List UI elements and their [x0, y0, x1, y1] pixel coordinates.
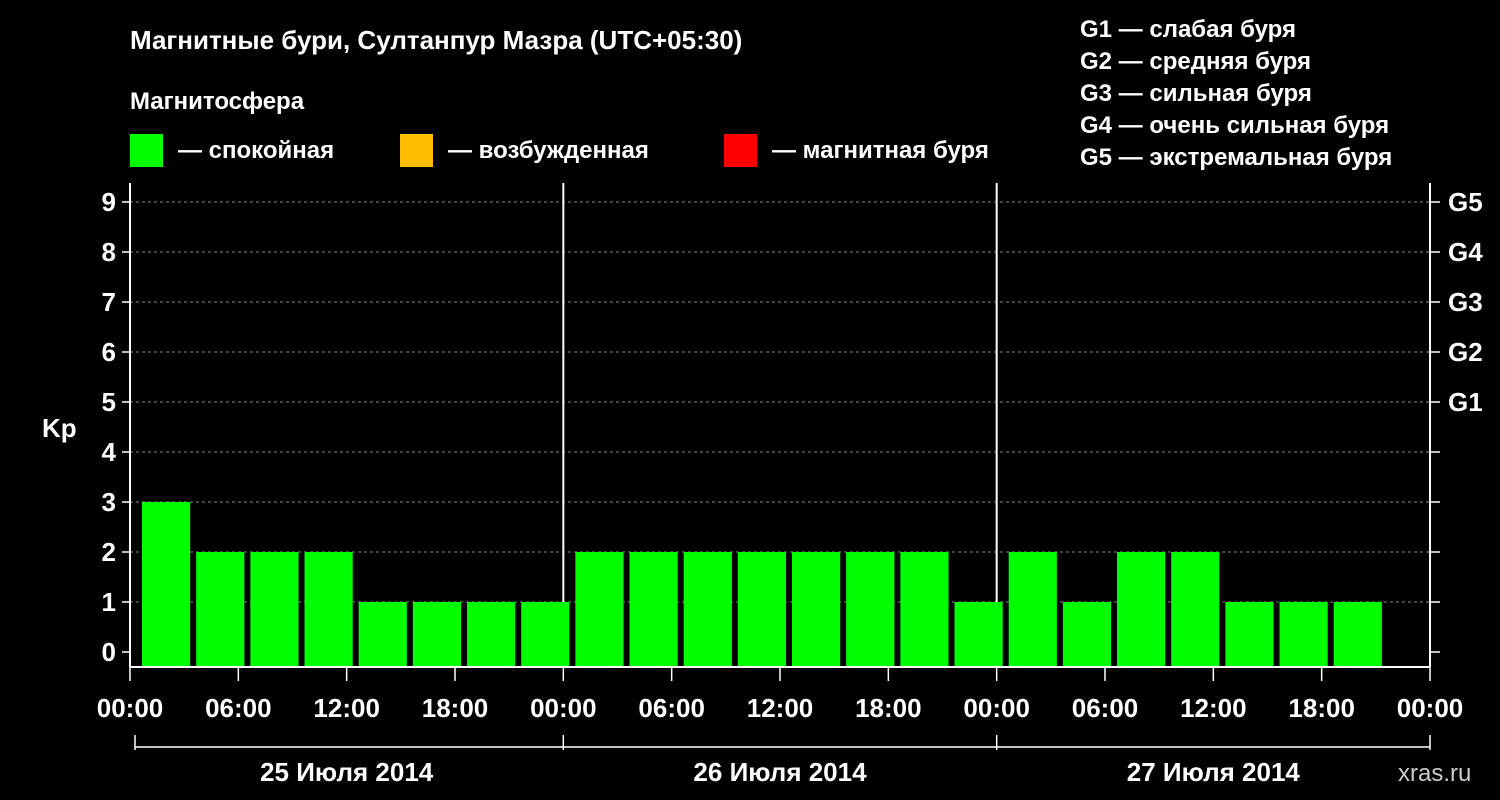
bar-kp: [954, 602, 1003, 667]
g-level-label: G3: [1448, 287, 1483, 317]
y-tick-label: 4: [102, 437, 117, 467]
bar-kp: [1008, 552, 1057, 667]
y-tick-label: 8: [102, 237, 116, 267]
legend-label-active: — возбужденная: [448, 137, 649, 164]
bar-kp: [683, 552, 732, 667]
g-scale-g5: G5 — экстремальная буря: [1080, 144, 1392, 171]
bar-kp: [412, 602, 462, 667]
bar-kp: [358, 602, 407, 667]
bar-kp: [737, 552, 787, 667]
bar-kp: [1279, 602, 1328, 667]
legend-swatch-storm: [724, 134, 757, 167]
g-scale-g3: G3 — сильная буря: [1080, 80, 1312, 107]
day-label: 26 Июля 2014: [693, 757, 867, 787]
g-scale-g4: G4 — очень сильная буря: [1080, 112, 1389, 139]
g-level-label: G4: [1448, 237, 1483, 267]
y-tick-label: 9: [102, 187, 116, 217]
day-label: 25 Июля 2014: [260, 757, 434, 787]
legend-heading: Магнитосфера: [130, 88, 305, 115]
bar-kp: [846, 552, 895, 667]
x-tick-label: 06:00: [638, 693, 705, 723]
legend-swatch-quiet: [130, 134, 163, 167]
g-scale-g2: G2 — средняя буря: [1080, 48, 1311, 75]
bar-kp: [467, 602, 516, 667]
bar-kp: [521, 602, 570, 667]
x-tick-label: 00:00: [97, 693, 164, 723]
bar-kp: [792, 552, 841, 667]
x-tick-label: 18:00: [422, 693, 489, 723]
x-tick-label: 18:00: [1288, 693, 1355, 723]
kp-chart: Магнитные бури, Султанпур Мазра (UTC+05:…: [42, 16, 1483, 787]
y-tick-label: 7: [102, 287, 116, 317]
y-tick-label: 1: [102, 587, 116, 617]
y-tick-label: 3: [102, 487, 116, 517]
g-level-label: G5: [1448, 187, 1483, 217]
x-tick-label: 06:00: [205, 693, 272, 723]
bar-kp: [1333, 602, 1382, 667]
y-tick-label: 6: [102, 337, 116, 367]
g-level-label: G2: [1448, 337, 1483, 367]
g-level-label: G1: [1448, 387, 1483, 417]
y-tick-label: 5: [102, 387, 116, 417]
bar-kp: [1171, 552, 1220, 667]
x-tick-label: 00:00: [1397, 693, 1464, 723]
x-tick-label: 18:00: [855, 693, 922, 723]
y-tick-label: 2: [102, 537, 116, 567]
y-tick-label: 0: [102, 637, 116, 667]
bar-kp: [1062, 602, 1112, 667]
bar-kp: [629, 552, 678, 667]
x-tick-label: 12:00: [1180, 693, 1247, 723]
x-tick-label: 06:00: [1072, 693, 1139, 723]
bar-kp: [196, 552, 245, 667]
bar-kp: [575, 552, 624, 667]
g-scale-g1: G1 — слабая буря: [1080, 16, 1296, 43]
bar-kp: [142, 502, 191, 667]
day-label: 27 Июля 2014: [1127, 757, 1301, 787]
plot-area: 0 1 2 3 4 5 6 7 8 9 G1 G2 G3 G4 G5 00:00 06:00 12:00 18:00…: [97, 183, 1483, 787]
legend-label-storm: — магнитная буря: [772, 137, 989, 164]
bar-kp: [304, 552, 353, 667]
bar-kp: [1117, 552, 1166, 667]
watermark: xras.ru: [1398, 760, 1471, 787]
chart-title: Магнитные бури, Султанпур Мазра (UTC+05:…: [130, 25, 742, 55]
bar-kp: [900, 552, 949, 667]
legend-swatch-active: [400, 134, 433, 167]
y-axis-label: Kp: [42, 413, 77, 443]
bar-kp: [250, 552, 299, 667]
legend-label-quiet: — спокойная: [178, 137, 334, 164]
x-tick-label: 00:00: [530, 693, 597, 723]
x-tick-label: 00:00: [963, 693, 1030, 723]
x-tick-label: 12:00: [747, 693, 814, 723]
bar-kp: [1225, 602, 1274, 667]
x-tick-label: 12:00: [313, 693, 380, 723]
